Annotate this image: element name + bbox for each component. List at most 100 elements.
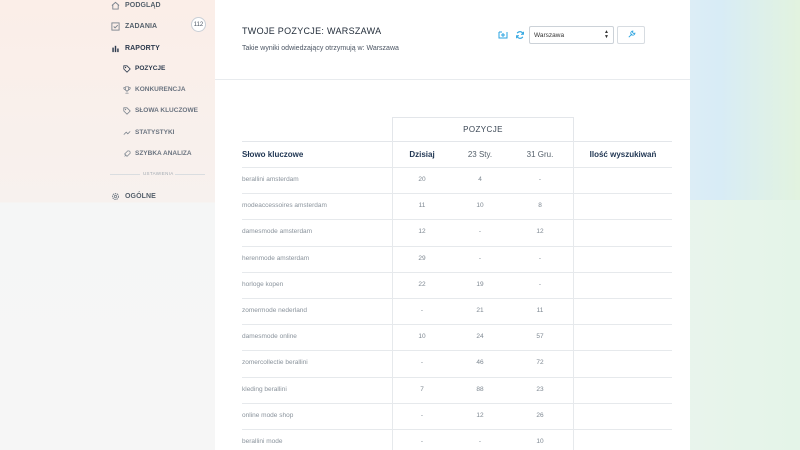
position-date-2-cell: 57 [536,333,544,341]
table-row[interactable]: zomercollectie berallini - 46 72 [242,350,672,376]
trend-icon [122,128,131,137]
home-icon [110,0,120,10]
table-row[interactable]: damesmode amsterdam 12 - 12 [242,219,672,245]
position-date-1-cell: 4 [478,176,482,183]
position-date-1-cell: - [478,228,482,236]
position-today-cell: 7 [420,385,424,393]
table-row[interactable]: horloge kopen 22 19 - [242,271,672,298]
sidebar-item-reports[interactable]: RAPORTY [110,43,160,53]
sidebar-subitem-label: POZYCJE [135,65,166,72]
position-today-cell: - [420,437,424,445]
select-arrows-icon: ▲ ▼ [604,29,609,40]
trophy-icon [122,85,131,94]
position-date-2-cell: 8 [538,202,542,210]
column-header-date-2[interactable]: 31 Gru. [510,150,570,159]
column-header-today[interactable]: Dzisiaj [392,150,452,159]
position-date-2-cell: - [538,176,542,183]
main-panel: TWOJE POZYCJE: WARSZAWA Takie wyniki odw… [215,0,690,450]
tag-icon [122,106,131,115]
sidebar-subitem-label: STATYSTYKI [135,129,175,136]
position-date-1-cell: 88 [476,385,484,393]
sidebar-subitem-positions[interactable]: POZYCJE [122,64,165,73]
position-date-1-cell: 19 [476,280,484,288]
keyword-cell: berallini mode [242,437,283,445]
keyword-cell: herenmode amsterdam [242,254,310,262]
positions-group-header: POZYCJE [463,125,503,134]
keyword-cell: kleding berallini [242,385,287,393]
sidebar-item-label: PODGLĄD [125,1,161,9]
column-header-keyword[interactable]: Słowo kluczowe [242,150,303,159]
position-date-1-cell: - [478,437,482,445]
tag-icon [122,64,131,73]
keyword-cell: zomercollectie berallini [242,359,308,367]
divider [175,174,205,175]
header-divider [215,79,690,80]
page-subtitle: Takie wyniki odwiedzający otrzymują w: W… [242,45,399,52]
keyword-cell: berallini amsterdam [242,176,299,183]
table-header-divider [242,141,672,142]
table-row[interactable]: zomermode nederland - 21 11 [242,297,672,324]
rocket-icon [122,149,131,158]
keyword-cell: zomermode nederland [242,306,308,314]
position-date-2-cell: 11 [536,306,544,314]
table-row[interactable]: modeaccessoires amsterdam 11 10 8 [242,193,672,219]
table-row[interactable]: berallini amsterdam 20 4 - [242,167,672,193]
position-today-cell: 10 [418,333,426,341]
bar-chart-icon [110,43,120,53]
position-date-2-cell: - [538,280,542,288]
keyword-cell: modeaccessoires amsterdam [242,202,327,210]
export-icon[interactable] [497,29,509,41]
position-today-cell: 11 [418,202,426,210]
table-row[interactable]: damesmode online 10 24 57 [242,324,672,350]
position-date-1-cell: 46 [476,359,484,367]
position-date-1-cell: - [478,254,482,262]
position-today-cell: - [420,411,424,419]
gear-icon [110,191,120,201]
position-today-cell: 29 [418,254,426,262]
column-header-date-1[interactable]: 23 Sty. [450,150,510,159]
table-body: berallini amsterdam 20 4 - modeaccessoir… [242,167,672,450]
table-row[interactable]: online mode shop - 12 26 [242,402,672,429]
position-date-1-cell: 24 [476,333,484,341]
keyword-cell: damesmode online [242,333,297,341]
tasks-count-badge: 112 [191,17,206,32]
keyword-cell: damesmode amsterdam [242,228,313,236]
keyword-cell: horloge kopen [242,280,284,288]
position-date-2-cell: 12 [536,228,544,236]
sidebar-item-general[interactable]: OGÓLNE [110,191,156,201]
sidebar-subitem-competition[interactable]: KONKURENCJA [122,85,186,94]
sidebar-subitem-label: SZYBKA ANALIZA [135,150,192,157]
table-row[interactable]: kleding berallini 7 88 23 [242,376,672,403]
checkbox-icon [110,21,120,31]
position-today-cell: 22 [418,280,426,288]
column-header-search-volume[interactable]: Ilość wyszukiwań [577,150,669,159]
position-date-2-cell: 26 [536,411,544,419]
sidebar-subitem-statistics[interactable]: STATYSTYKI [122,128,174,137]
position-today-cell: - [420,359,424,367]
divider [110,174,140,175]
position-date-2-cell: 10 [536,437,544,445]
position-today-cell: 20 [418,176,426,183]
position-today-cell: - [420,306,424,314]
position-date-2-cell: 23 [536,385,544,393]
sidebar-item-overview[interactable]: PODGLĄD [110,0,161,10]
settings-button[interactable] [617,26,645,44]
table-row[interactable]: berallini mode - - 10 [242,428,672,450]
sidebar-item-label: ZADANIA [125,22,158,30]
sidebar-item-tasks[interactable]: ZADANIA [110,21,157,31]
wrench-icon [627,26,636,44]
position-date-2-cell: 72 [536,359,544,367]
sidebar-subitem-label: SŁOWA KLUCZOWE [135,107,198,114]
sidebar-subitem-keywords[interactable]: SŁOWA KLUCZOWE [122,106,198,115]
settings-section-label: USTAWIENIA [143,171,174,176]
sidebar-subitem-label: KONKURENCJA [135,86,186,93]
sidebar-item-label: RAPORTY [125,44,160,52]
table-row[interactable]: herenmode amsterdam 29 - - [242,245,672,272]
refresh-icon[interactable] [514,29,526,41]
location-select[interactable]: Warszawa ▲ ▼ [529,26,614,44]
sidebar-subitem-quick-analysis[interactable]: SZYBKA ANALIZA [122,149,192,158]
position-date-1-cell: 12 [476,411,484,419]
position-date-2-cell: - [538,254,542,262]
sidebar-item-label: OGÓLNE [125,192,156,200]
position-date-1-cell: 10 [476,202,484,210]
